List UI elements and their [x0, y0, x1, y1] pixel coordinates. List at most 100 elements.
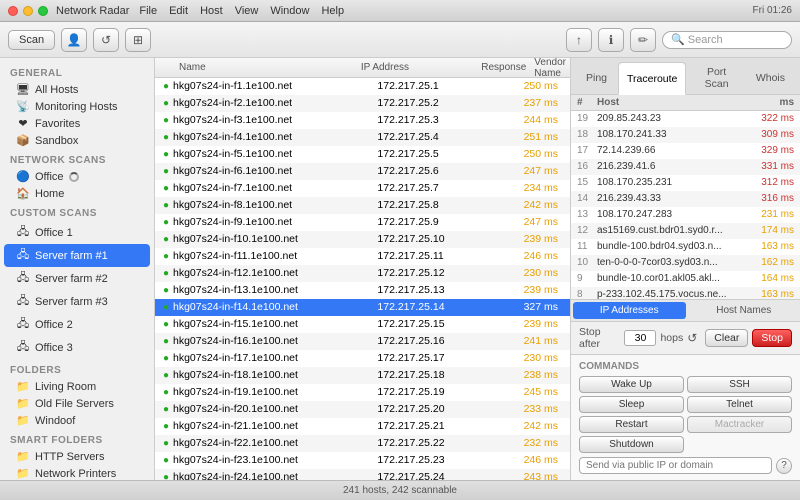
- traceroute-row[interactable]: 12 as15169.cust.bdr01.syd0.r... 174 ms: [571, 223, 800, 239]
- host-row[interactable]: ● hkg07s24-in-f2.1e100.net 172.217.25.2 …: [155, 95, 570, 112]
- host-row[interactable]: ● hkg07s24-in-f1.1e100.net 172.217.25.1 …: [155, 78, 570, 95]
- tr-ms: 162 ms: [749, 257, 794, 268]
- search-input[interactable]: [662, 31, 792, 49]
- tab-traceroute[interactable]: Traceroute: [618, 62, 686, 95]
- sidebar-item-office3[interactable]: 🖧 Office 3: [4, 336, 150, 359]
- clear-button[interactable]: Clear: [705, 329, 748, 347]
- menu-view[interactable]: View: [235, 5, 259, 17]
- sidebar-item-server-farm-2[interactable]: 🖧 Server farm #2: [4, 267, 150, 290]
- edit-button[interactable]: ✏: [630, 28, 656, 52]
- host-row[interactable]: ● hkg07s24-in-f14.1e100.net 172.217.25.1…: [155, 299, 570, 316]
- sidebar-item-old-file-servers[interactable]: 📁 Old File Servers: [4, 395, 150, 412]
- host-row[interactable]: ● hkg07s24-in-f23.1e100.net 172.217.25.2…: [155, 452, 570, 469]
- host-row[interactable]: ● hkg07s24-in-f10.1e100.net 172.217.25.1…: [155, 231, 570, 248]
- menu-file[interactable]: File: [139, 5, 157, 17]
- restart-button[interactable]: Restart: [579, 416, 684, 433]
- host-row[interactable]: ● hkg07s24-in-f12.1e100.net 172.217.25.1…: [155, 265, 570, 282]
- share-button[interactable]: ⊞: [125, 28, 151, 52]
- tr-ms: 174 ms: [749, 225, 794, 236]
- sidebar-item-living-room[interactable]: 📁 Living Room: [4, 378, 150, 395]
- host-row[interactable]: ● hkg07s24-in-f7.1e100.net 172.217.25.7 …: [155, 180, 570, 197]
- upload-button[interactable]: ↑: [566, 28, 592, 52]
- host-row[interactable]: ● hkg07s24-in-f3.1e100.net 172.217.25.3 …: [155, 112, 570, 129]
- ssh-button[interactable]: SSH: [687, 376, 792, 393]
- sidebar-item-monitoring-hosts[interactable]: 📡 Monitoring Hosts: [4, 98, 150, 115]
- host-row[interactable]: ● hkg07s24-in-f20.1e100.net 172.217.25.2…: [155, 401, 570, 418]
- host-name: hkg07s24-in-f20.1e100.net: [173, 403, 377, 415]
- traceroute-row[interactable]: 8 p-233.102.45.175.vocus.ne... 163 ms: [571, 287, 800, 299]
- col-header-vendor: Vendor Name: [534, 58, 566, 79]
- host-row[interactable]: ● hkg07s24-in-f17.1e100.net 172.217.25.1…: [155, 350, 570, 367]
- minimize-button[interactable]: [23, 6, 33, 16]
- sidebar-item-office2[interactable]: 🖧 Office 2: [4, 313, 150, 336]
- host-row[interactable]: ● hkg07s24-in-f21.1e100.net 172.217.25.2…: [155, 418, 570, 435]
- sidebar-item-http-servers[interactable]: 📁 HTTP Servers: [4, 448, 150, 465]
- close-button[interactable]: [8, 6, 18, 16]
- menu-help[interactable]: Help: [321, 5, 344, 17]
- host-ip: 172.217.25.23: [377, 454, 486, 466]
- sleep-button[interactable]: Sleep: [579, 396, 684, 413]
- sidebar-item-sandbox[interactable]: 📦 Sandbox: [4, 132, 150, 149]
- ip-addresses-button[interactable]: IP Addresses: [573, 302, 686, 319]
- tr-ip: ten-0-0-0-7cor03.syd03.n...: [597, 257, 749, 268]
- sidebar-item-windoof[interactable]: 📁 Windoof: [4, 412, 150, 429]
- host-row[interactable]: ● hkg07s24-in-f22.1e100.net 172.217.25.2…: [155, 435, 570, 452]
- maximize-button[interactable]: [38, 6, 48, 16]
- tab-ping[interactable]: Ping: [577, 62, 616, 94]
- help-button[interactable]: ?: [776, 458, 792, 474]
- favorites-icon: ❤: [16, 117, 30, 130]
- sidebar-item-network-printers[interactable]: 📁 Network Printers: [4, 465, 150, 480]
- traceroute-row[interactable]: 11 bundle-100.bdr04.syd03.n... 163 ms: [571, 239, 800, 255]
- host-row[interactable]: ● hkg07s24-in-f5.1e100.net 172.217.25.5 …: [155, 146, 570, 163]
- user-icon-button[interactable]: 👤: [61, 28, 87, 52]
- traceroute-row[interactable]: 15 108.170.235.231 312 ms: [571, 175, 800, 191]
- sidebar-item-office[interactable]: 🔵 Office: [4, 168, 150, 185]
- host-row[interactable]: ● hkg07s24-in-f24.1e100.net 172.217.25.2…: [155, 469, 570, 480]
- refresh-traceroute-icon[interactable]: ↺: [687, 331, 697, 345]
- sidebar-item-favorites[interactable]: ❤ Favorites: [4, 115, 150, 132]
- host-row[interactable]: ● hkg07s24-in-f19.1e100.net 172.217.25.1…: [155, 384, 570, 401]
- send-input[interactable]: [579, 457, 772, 474]
- host-response: 245 ms: [487, 386, 566, 398]
- old-file-servers-label: Old File Servers: [35, 398, 114, 410]
- tab-whois[interactable]: Whois: [747, 62, 794, 94]
- traceroute-row[interactable]: 18 108.170.241.33 309 ms: [571, 127, 800, 143]
- traceroute-row[interactable]: 13 108.170.247.283 231 ms: [571, 207, 800, 223]
- tab-port-scan[interactable]: Port Scan: [688, 62, 744, 94]
- host-row[interactable]: ● hkg07s24-in-f4.1e100.net 172.217.25.4 …: [155, 129, 570, 146]
- shutdown-button[interactable]: Shutdown: [579, 436, 684, 453]
- info-button[interactable]: ℹ: [598, 28, 624, 52]
- traceroute-row[interactable]: 10 ten-0-0-0-7cor03.syd03.n... 162 ms: [571, 255, 800, 271]
- traceroute-row[interactable]: 14 216.239.43.33 316 ms: [571, 191, 800, 207]
- host-row[interactable]: ● hkg07s24-in-f13.1e100.net 172.217.25.1…: [155, 282, 570, 299]
- sidebar-item-home[interactable]: 🏠 Home: [4, 185, 150, 202]
- host-row[interactable]: ● hkg07s24-in-f11.1e100.net 172.217.25.1…: [155, 248, 570, 265]
- menu-window[interactable]: Window: [270, 5, 309, 17]
- office-label: Office: [35, 171, 64, 183]
- host-row[interactable]: ● hkg07s24-in-f18.1e100.net 172.217.25.1…: [155, 367, 570, 384]
- sidebar-item-all-hosts[interactable]: 🖥 All Hosts: [4, 81, 150, 98]
- sidebar-item-server-farm-3[interactable]: 🖧 Server farm #3: [4, 290, 150, 313]
- host-row[interactable]: ● hkg07s24-in-f6.1e100.net 172.217.25.6 …: [155, 163, 570, 180]
- host-row[interactable]: ● hkg07s24-in-f8.1e100.net 172.217.25.8 …: [155, 197, 570, 214]
- telnet-button[interactable]: Telnet: [687, 396, 792, 413]
- refresh-button[interactable]: ↺: [93, 28, 119, 52]
- host-names-button[interactable]: Host Names: [688, 300, 800, 321]
- host-row[interactable]: ● hkg07s24-in-f15.1e100.net 172.217.25.1…: [155, 316, 570, 333]
- scan-button[interactable]: Scan: [8, 30, 55, 50]
- menu-edit[interactable]: Edit: [169, 5, 188, 17]
- traceroute-row[interactable]: 9 bundle-10.cor01.akl05.akl... 164 ms: [571, 271, 800, 287]
- sidebar-item-office1[interactable]: 🖧 Office 1: [4, 221, 150, 244]
- sidebar-item-server-farm-1[interactable]: 🖧 Server farm #1: [4, 244, 150, 267]
- menu-host[interactable]: Host: [200, 5, 223, 17]
- traceroute-row[interactable]: 16 216.239.41.6 331 ms: [571, 159, 800, 175]
- stop-button[interactable]: Stop: [752, 329, 792, 347]
- host-row[interactable]: ● hkg07s24-in-f16.1e100.net 172.217.25.1…: [155, 333, 570, 350]
- office1-label: Office 1: [35, 227, 73, 239]
- stop-after-input[interactable]: [624, 330, 656, 346]
- traceroute-row[interactable]: 19 209.85.243.23 322 ms: [571, 111, 800, 127]
- mactracker-button[interactable]: Mactracker: [687, 416, 792, 433]
- wake-up-button[interactable]: Wake Up: [579, 376, 684, 393]
- traceroute-row[interactable]: 17 72.14.239.66 329 ms: [571, 143, 800, 159]
- host-row[interactable]: ● hkg07s24-in-f9.1e100.net 172.217.25.9 …: [155, 214, 570, 231]
